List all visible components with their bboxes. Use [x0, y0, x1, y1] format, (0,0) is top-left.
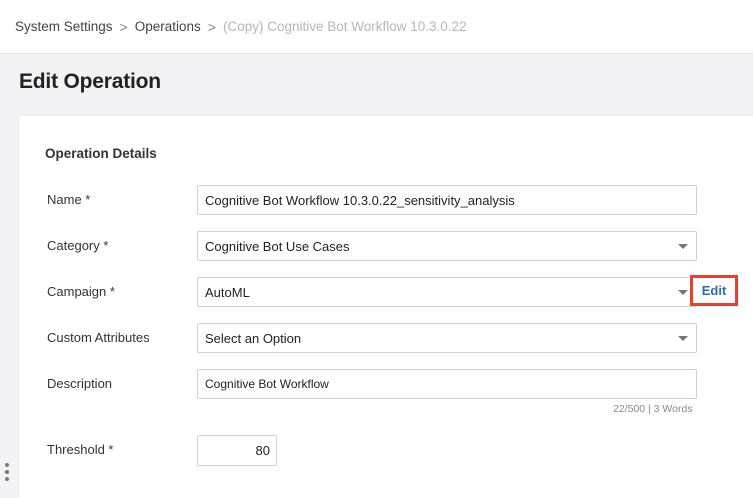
caret-down-icon	[678, 336, 688, 341]
chevron-right-icon: >	[119, 18, 128, 35]
description-input[interactable]: Cognitive Bot Workflow	[197, 369, 697, 399]
custom-attributes-select[interactable]: Select an Option	[197, 323, 697, 353]
campaign-value: AutoML	[205, 284, 250, 300]
campaign-edit-highlight: Edit	[690, 275, 738, 306]
breadcrumb: System Settings > Operations > (Copy) Co…	[0, 0, 753, 54]
page-title: Edit Operation	[19, 70, 161, 93]
category-value: Cognitive Bot Use Cases	[205, 238, 350, 254]
campaign-edit-link[interactable]: Edit	[702, 283, 727, 298]
threshold-label: Threshold *	[47, 442, 114, 457]
description-label: Description	[47, 376, 113, 391]
name-label: Name *	[47, 192, 91, 207]
category-select[interactable]: Cognitive Bot Use Cases	[197, 231, 697, 261]
description-value: Cognitive Bot Workflow	[205, 377, 329, 391]
category-label: Category *	[47, 238, 109, 253]
custom-attributes-value: Select an Option	[205, 330, 302, 346]
name-value: Cognitive Bot Workflow 10.3.0.22_sensiti…	[205, 192, 515, 208]
operation-details-card: Operation Details Name * Cognitive Bot W…	[19, 116, 753, 498]
section-title: Operation Details	[45, 146, 157, 161]
name-input[interactable]: Cognitive Bot Workflow 10.3.0.22_sensiti…	[197, 185, 697, 215]
breadcrumb-operations[interactable]: Operations	[135, 19, 201, 34]
campaign-select[interactable]: AutoML	[197, 277, 697, 307]
custom-attributes-label: Custom Attributes	[47, 330, 150, 345]
threshold-value: 80	[255, 443, 270, 458]
caret-down-icon	[678, 244, 688, 249]
chevron-right-icon: >	[207, 18, 216, 35]
breadcrumb-system-settings[interactable]: System Settings	[15, 19, 113, 34]
drag-handle-icon[interactable]	[4, 463, 10, 481]
breadcrumb-current: (Copy) Cognitive Bot Workflow 10.3.0.22	[222, 19, 467, 34]
campaign-label: Campaign *	[47, 284, 115, 299]
description-counter: 22/500 | 3 Words	[613, 403, 693, 415]
threshold-input[interactable]: 80	[197, 435, 277, 466]
caret-down-icon	[678, 290, 688, 295]
